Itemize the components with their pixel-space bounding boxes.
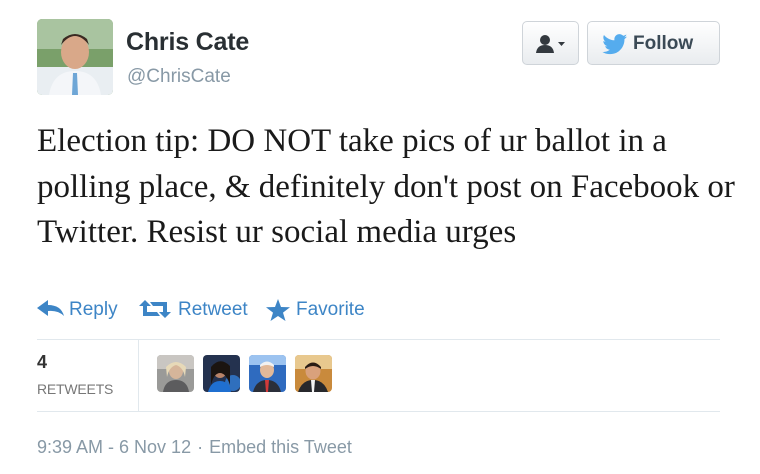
footer-separator: · <box>197 437 204 457</box>
retweeter-avatar[interactable] <box>249 355 286 392</box>
reply-label: Reply <box>69 299 118 320</box>
retweet-count-label[interactable]: RETWEETS <box>37 381 113 397</box>
divider <box>37 339 720 340</box>
twitter-bird-icon <box>602 34 628 60</box>
retweeter-avatar[interactable] <box>157 355 194 392</box>
divider <box>37 411 720 412</box>
reply-arrow-icon <box>37 300 64 316</box>
reply-action[interactable]: Reply <box>37 297 121 323</box>
user-dropdown-icon <box>536 34 568 59</box>
tweet-footer: 9:39 AM - 6 Nov 12 · Embed this Tweet <box>37 437 352 458</box>
favorite-label: Favorite <box>296 299 365 320</box>
embed-tweet-link[interactable]: Embed this Tweet <box>209 437 352 457</box>
retweeter-avatar[interactable] <box>203 355 240 392</box>
author-name[interactable]: Chris Cate <box>126 28 249 57</box>
retweet-label: Retweet <box>178 299 248 320</box>
star-icon <box>266 299 290 321</box>
retweet-action[interactable]: Retweet <box>138 297 248 323</box>
tweet-card: Chris Cate @ChrisCate Follow Election ti… <box>0 0 760 474</box>
tweet-text: Election tip: DO NOT take pics of ur bal… <box>37 123 735 250</box>
favorite-action[interactable]: Favorite <box>265 297 395 323</box>
tweet-timestamp[interactable]: 9:39 AM - 6 Nov 12 <box>37 437 191 457</box>
author-avatar[interactable] <box>37 19 113 95</box>
retweeter-avatar[interactable] <box>295 355 332 392</box>
author-handle[interactable]: @ChrisCate <box>127 66 231 88</box>
divider <box>138 340 139 411</box>
user-actions-dropdown-button[interactable] <box>522 21 579 65</box>
follow-button[interactable]: Follow <box>587 21 720 65</box>
retweet-icon <box>139 300 171 318</box>
retweet-count[interactable]: 4 <box>37 352 47 373</box>
follow-button-label: Follow <box>633 33 694 54</box>
